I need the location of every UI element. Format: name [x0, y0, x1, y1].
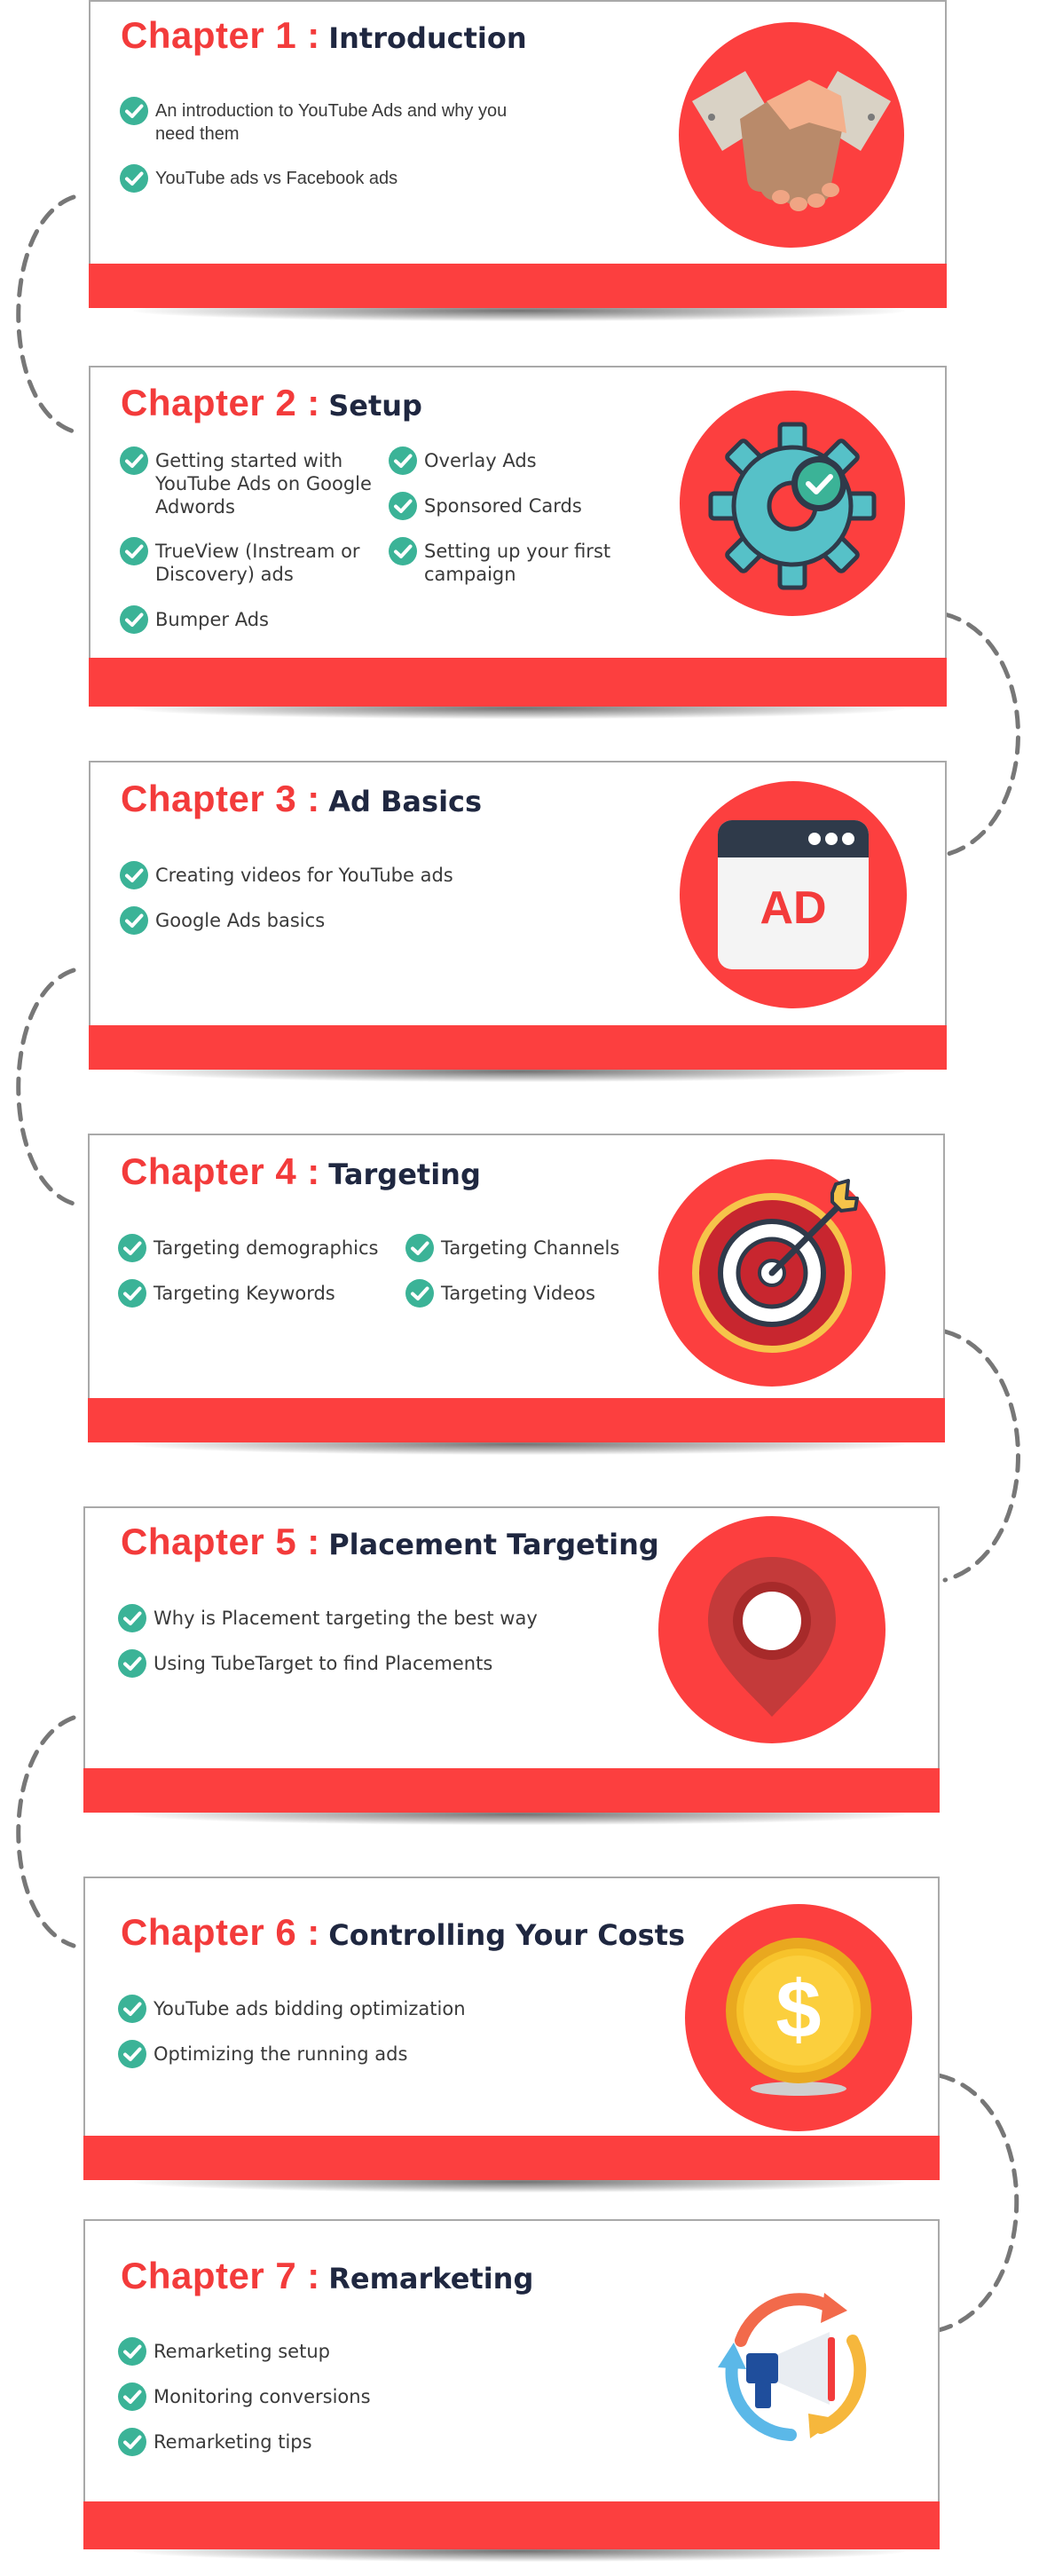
list-item: Creating videos for YouTube ads: [119, 864, 580, 890]
card-red-bar: [89, 658, 947, 707]
check-icon: [117, 2382, 147, 2412]
check-icon: [405, 1278, 435, 1308]
check-icon: [388, 491, 418, 521]
handshake-icon: [679, 22, 904, 248]
list-item: Sponsored Cards: [388, 494, 636, 521]
card-red-bar: [83, 1768, 940, 1813]
svg-text:$: $: [775, 1964, 821, 2055]
list-item: YouTube ads bidding optimization: [117, 1997, 614, 2024]
target-icon: [658, 1159, 886, 1387]
chapter-name: Setup: [328, 389, 422, 423]
connector-4-5: [942, 1329, 1020, 1583]
chapter-6-title: Chapter 6: Controlling Your Costs: [121, 1911, 686, 1953]
card-red-bar: [89, 264, 947, 308]
check-icon: [119, 163, 149, 194]
gear-icon: [680, 391, 905, 616]
check-icon: [117, 2336, 147, 2367]
check-icon: [119, 604, 149, 635]
check-icon: [117, 1278, 147, 1308]
chapter-number: Chapter 1: [121, 14, 297, 56]
list-item: Targeting Keywords: [117, 1282, 401, 1308]
chapter-2-title: Chapter 2: Setup: [121, 382, 422, 423]
list-item: Using TubeTarget to find Placements: [117, 1652, 614, 1679]
check-icon: [117, 1233, 147, 1263]
list-item: Remarketing setup: [117, 2340, 614, 2367]
location-pin-icon: [658, 1516, 886, 1743]
list-item: Setting up your first campaign: [388, 540, 636, 586]
list-item: Targeting demographics: [117, 1237, 401, 1263]
check-icon: [117, 2039, 147, 2069]
chapter-number: Chapter 5: [121, 1521, 297, 1562]
connector-2-3: [942, 612, 1020, 857]
list-item: Targeting Channels: [405, 1237, 671, 1263]
dollar-coin-icon: $: [685, 1904, 912, 2131]
list-item: YouTube ads vs Facebook ads: [119, 167, 509, 194]
chapter-number: Chapter 3: [121, 778, 297, 819]
list-item: TrueView (Instream or Discovery) ads: [119, 540, 376, 586]
check-icon: [117, 1603, 147, 1633]
card-red-bar: [83, 2136, 940, 2180]
card-red-bar: [88, 1398, 945, 1442]
check-icon: [119, 446, 149, 476]
list-item: Google Ads basics: [119, 909, 580, 936]
check-icon: [119, 96, 149, 126]
card-red-bar: [83, 2501, 940, 2549]
list-item: Bumper Ads: [119, 608, 376, 635]
chapter-name: Introduction: [328, 21, 527, 55]
connector-3-4: [16, 968, 76, 1206]
chapter-name: Controlling Your Costs: [328, 1918, 686, 1952]
chapter-number: Chapter 7: [121, 2255, 297, 2296]
chapter-5-title: Chapter 5: Placement Targeting: [121, 1521, 659, 1562]
chapter-number: Chapter 2: [121, 382, 297, 423]
list-item: Monitoring conversions: [117, 2385, 614, 2412]
connector-6-7: [936, 2073, 1019, 2333]
check-icon: [119, 860, 149, 890]
chapter-name: Ad Basics: [328, 785, 483, 818]
chapter-name: Targeting: [328, 1158, 481, 1191]
chapter-7-title: Chapter 7: Remarketing: [121, 2255, 534, 2296]
list-item: An introduction to YouTube Ads and why y…: [119, 99, 509, 146]
list-item: Getting started with YouTube Ads on Goog…: [119, 449, 376, 518]
check-icon: [119, 905, 149, 936]
list-item: Optimizing the running ads: [117, 2043, 614, 2069]
check-icon: [388, 446, 418, 476]
chapter-3-title: Chapter 3: Ad Basics: [121, 778, 483, 819]
check-icon: [117, 1994, 147, 2024]
ad-label: AD: [760, 882, 826, 934]
chapter-4-title: Chapter 4: Targeting: [121, 1150, 481, 1192]
check-icon: [117, 1648, 147, 1679]
check-icon: [388, 536, 418, 566]
card-red-bar: [89, 1025, 947, 1070]
megaphone-cycle-icon: [718, 2293, 867, 2441]
check-icon: [117, 2427, 147, 2457]
chapter-number: Chapter 6: [121, 1911, 297, 1953]
ad-window-icon: AD: [680, 781, 907, 1008]
chapter-1-title: Chapter 1: Introduction: [121, 14, 527, 56]
list-item: Targeting Videos: [405, 1282, 671, 1308]
list-item: Overlay Ads: [388, 449, 636, 476]
check-icon: [119, 536, 149, 566]
connector-5-6: [16, 1715, 76, 1948]
chapter-number: Chapter 4: [121, 1150, 297, 1192]
check-icon: [405, 1233, 435, 1263]
list-item: Remarketing tips: [117, 2430, 614, 2457]
chapter-name: Remarketing: [328, 2262, 534, 2295]
list-item: Why is Placement targeting the best way: [117, 1607, 614, 1633]
chapter-name: Placement Targeting: [328, 1528, 659, 1561]
connector-1-2: [16, 194, 76, 434]
